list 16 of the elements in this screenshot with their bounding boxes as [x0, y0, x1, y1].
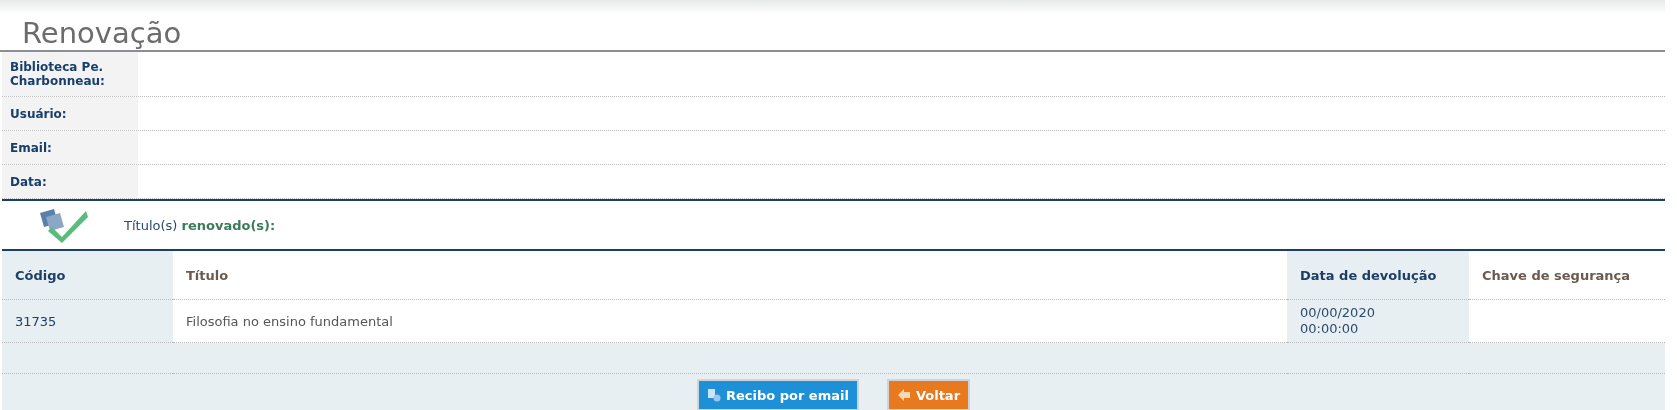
column-header: Chave de segurança [1469, 251, 1665, 300]
table-cell: 00/00/2020 00:00:00 [1287, 299, 1469, 343]
back-button[interactable]: Voltar [886, 379, 971, 410]
field-label: Biblioteca Pe. Charbonneau: [2, 52, 138, 96]
email-receipt-button[interactable]: Recibo por email [696, 379, 859, 410]
page-title: Renovação [0, 14, 1665, 52]
status-message: Título(s) renovado(s): [124, 217, 276, 233]
column-header: Código [2, 251, 173, 300]
arrow-left-icon [896, 388, 911, 402]
table-cell: Filosofia no ensino fundamental [173, 299, 1287, 343]
field-label: Usuário: [2, 97, 138, 130]
column-header: Data de devolução [1287, 251, 1469, 300]
field-label: Data: [2, 165, 138, 198]
column-header: Título [173, 251, 1287, 300]
field-label: Email: [2, 131, 138, 164]
table-cell: 31735 [2, 299, 173, 343]
